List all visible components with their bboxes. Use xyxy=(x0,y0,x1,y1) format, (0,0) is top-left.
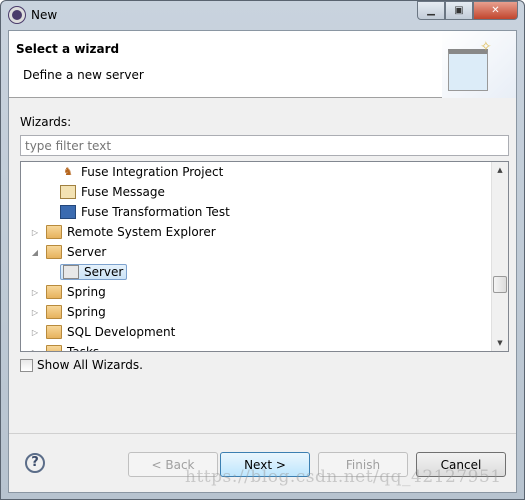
page-description: Define a new server xyxy=(23,68,144,82)
close-button[interactable]: ✕ xyxy=(473,1,518,20)
tree-item-label: Fuse Integration Project xyxy=(81,165,224,179)
tree-item[interactable]: ▷ Spring xyxy=(29,302,106,322)
folder-icon xyxy=(46,245,62,259)
tree-item[interactable]: Fuse Transformation Test xyxy=(60,202,230,222)
expand-arrow-icon[interactable]: ▷ xyxy=(29,228,41,237)
folder-icon xyxy=(46,225,62,239)
eclipse-gear-icon xyxy=(9,7,25,23)
test-icon xyxy=(60,205,76,219)
folder-icon xyxy=(46,345,62,351)
tree-item[interactable]: ▷ SQL Development xyxy=(29,322,175,342)
divider xyxy=(9,433,516,434)
folder-icon xyxy=(46,305,62,319)
wizard-banner-icon: ✧ xyxy=(442,31,516,98)
tree-item[interactable]: Server xyxy=(60,262,128,282)
server-wizard-icon xyxy=(63,265,79,279)
tree-item[interactable]: ▷ Remote System Explorer xyxy=(29,222,216,242)
tree-item-label: Tasks xyxy=(67,345,100,352)
message-icon xyxy=(60,185,76,199)
tree-item-label: Spring xyxy=(67,305,106,319)
dialog-body: Select a wizard Define a new server ✧ Wi… xyxy=(8,30,517,493)
scrollbar-thumb[interactable] xyxy=(493,276,507,293)
tree-item[interactable]: ▷ Spring xyxy=(29,282,106,302)
expand-arrow-icon[interactable]: ▷ xyxy=(29,308,41,317)
dialog-window: New ▁ ▣ ✕ Select a wizard Define a new s… xyxy=(0,0,525,500)
tree-item-label: Fuse Transformation Test xyxy=(81,205,230,219)
collapse-arrow-icon[interactable]: ◢ xyxy=(29,248,41,257)
tree-item[interactable]: ◢ Server xyxy=(29,242,106,262)
expand-arrow-icon[interactable]: ▷ xyxy=(29,348,41,352)
show-all-wizards-checkbox[interactable]: Show All Wizards. xyxy=(20,358,143,372)
show-all-wizards-label: Show All Wizards. xyxy=(37,358,143,372)
scroll-down-arrow-icon[interactable]: ▼ xyxy=(492,335,508,351)
tree-item-label: Server xyxy=(67,245,107,259)
help-icon[interactable]: ? xyxy=(25,453,45,473)
expand-arrow-icon[interactable]: ▷ xyxy=(29,328,41,337)
tree-item[interactable]: ♞ Fuse Integration Project xyxy=(60,162,223,182)
expand-arrow-icon[interactable]: ▷ xyxy=(29,288,41,297)
tree-item-label: Remote System Explorer xyxy=(67,225,216,239)
window-title: New xyxy=(31,8,58,22)
tree-item-label: Spring xyxy=(67,285,106,299)
folder-icon xyxy=(46,285,62,299)
page-title: Select a wizard xyxy=(16,42,120,56)
folder-icon xyxy=(46,325,62,339)
tree-item-label: Server xyxy=(84,265,124,279)
watermark: https://blog.csdn.net/qq_42127951 xyxy=(185,467,502,487)
scroll-up-arrow-icon[interactable]: ▲ xyxy=(492,162,508,178)
tree-item-label: Fuse Message xyxy=(81,185,165,199)
maximize-button[interactable]: ▣ xyxy=(445,1,473,20)
wizard-header: Select a wizard Define a new server ✧ xyxy=(9,31,516,98)
tree-item[interactable]: ▷ Tasks xyxy=(29,342,100,352)
title-bar: New ▁ ▣ ✕ xyxy=(1,1,524,30)
camel-icon: ♞ xyxy=(63,165,73,178)
tree-item[interactable]: Fuse Message xyxy=(60,182,165,202)
tree-item-label: SQL Development xyxy=(67,325,176,339)
filter-input[interactable] xyxy=(20,135,509,156)
wizards-label: Wizards: xyxy=(20,115,72,129)
minimize-button[interactable]: ▁ xyxy=(417,1,445,20)
checkbox-box[interactable] xyxy=(20,358,33,372)
vertical-scrollbar[interactable]: ▲ ▼ xyxy=(491,162,508,351)
wizard-tree[interactable]: ▷ Tasks ▷ SQL Development ▷ Spring ▷ Spring Serv… xyxy=(20,161,509,352)
